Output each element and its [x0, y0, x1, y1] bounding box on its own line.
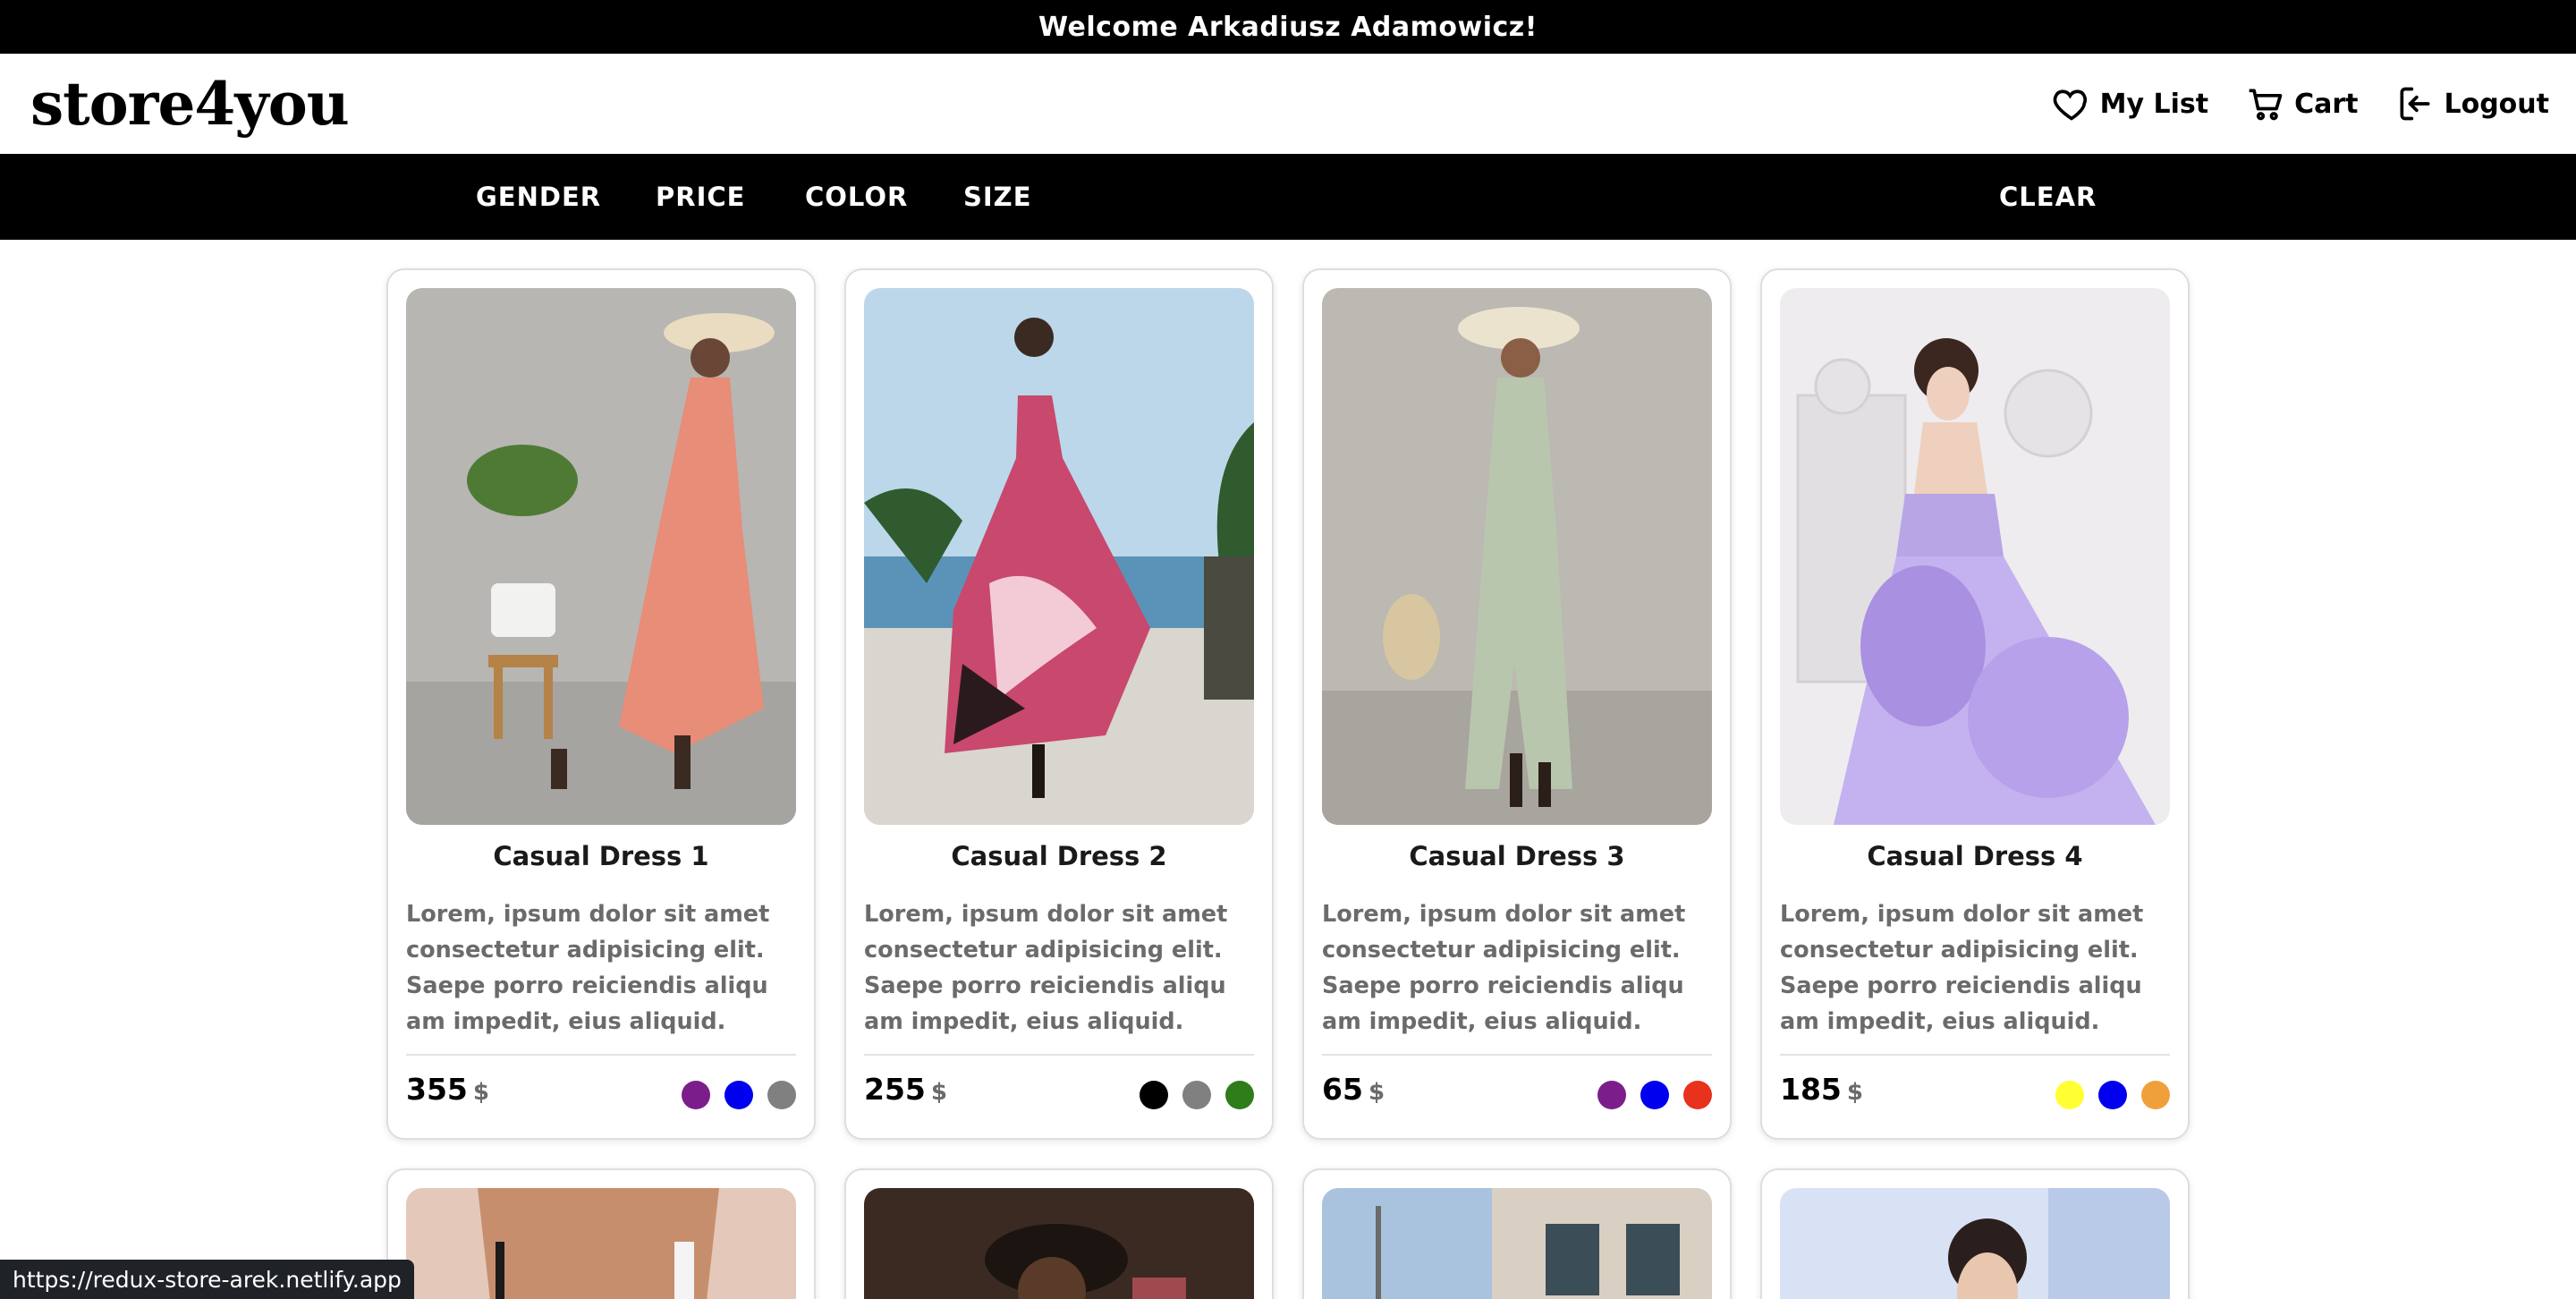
status-url-tooltip: https://redux-store-arek.netlify.app [0, 1260, 414, 1299]
product-card[interactable]: Casual Dress 1 Lorem, ipsum dolor sit am… [386, 268, 816, 1140]
filter-clear-button[interactable]: CLEAR [1999, 154, 2097, 240]
product-image[interactable] [1322, 288, 1712, 825]
product-description: Lorem, ipsum dolor sit amet consectetur … [1322, 901, 1686, 1035]
product-price: 65 $ [1322, 1072, 1385, 1107]
product-card[interactable]: Casual Dress 2 Lorem, ipsum dolor sit am… [844, 268, 1274, 1140]
product-title[interactable]: Casual Dress 4 [1762, 841, 2188, 871]
product-card[interactable]: Casual Dress 4 Lorem, ipsum dolor sit am… [1760, 268, 2190, 1140]
store-logo[interactable]: store4you [30, 69, 350, 139]
color-swatch[interactable] [1140, 1081, 1168, 1109]
product-description: Lorem, ipsum dolor sit amet consectetur … [1780, 901, 2144, 1035]
color-swatch[interactable] [1225, 1081, 1254, 1109]
color-swatch[interactable] [1640, 1081, 1669, 1109]
logout-button[interactable]: Logout [2395, 84, 2549, 123]
product-image[interactable] [864, 288, 1254, 825]
product-card[interactable] [386, 1168, 816, 1299]
color-swatches [682, 1081, 796, 1109]
product-description: Lorem, ipsum dolor sit amet consectetur … [864, 901, 1228, 1035]
product-card[interactable] [1302, 1168, 1732, 1299]
color-swatches [2055, 1081, 2170, 1109]
color-swatch[interactable] [1182, 1081, 1211, 1109]
divider [406, 1054, 796, 1056]
currency: $ [1846, 1079, 1863, 1106]
color-swatch[interactable] [2098, 1081, 2127, 1109]
currency: $ [472, 1079, 489, 1106]
product-title[interactable]: Casual Dress 2 [846, 841, 1272, 871]
filter-price[interactable]: PRICE [656, 154, 745, 240]
product-title[interactable]: Casual Dress 3 [1304, 841, 1730, 871]
cart-button[interactable]: Cart [2246, 84, 2358, 123]
filter-bar: GENDER PRICE COLOR SIZE CLEAR [0, 154, 2576, 240]
color-swatch[interactable] [1597, 1081, 1626, 1109]
header: store4you My List Cart Logout [0, 54, 2576, 154]
cart-icon [2249, 89, 2283, 121]
product-price: 185 $ [1780, 1072, 1863, 1107]
color-swatch[interactable] [2055, 1081, 2084, 1109]
color-swatch[interactable] [2141, 1081, 2170, 1109]
logout-label: Logout [2444, 88, 2549, 120]
currency: $ [930, 1079, 947, 1106]
product-description: Lorem, ipsum dolor sit amet consectetur … [406, 901, 770, 1035]
color-swatches [1140, 1081, 1254, 1109]
product-image[interactable] [864, 1188, 1254, 1299]
header-actions: My List Cart Logout [2052, 84, 2549, 123]
divider [864, 1054, 1254, 1056]
filter-gender[interactable]: GENDER [476, 154, 601, 240]
product-price: 255 $ [864, 1072, 947, 1107]
color-swatch[interactable] [724, 1081, 753, 1109]
product-image[interactable] [1780, 288, 2170, 825]
price-value: 65 [1322, 1072, 1363, 1107]
color-swatch[interactable] [1683, 1081, 1712, 1109]
status-url: https://redux-store-arek.netlify.app [13, 1266, 402, 1293]
divider [1780, 1054, 2170, 1056]
logout-icon [2400, 87, 2430, 121]
product-image[interactable] [1322, 1188, 1712, 1299]
welcome-banner: Welcome Arkadiusz Adamowicz! [0, 0, 2576, 54]
product-image[interactable] [406, 1188, 796, 1299]
product-image[interactable] [406, 288, 796, 825]
color-swatch[interactable] [767, 1081, 796, 1109]
product-card[interactable]: Casual Dress 3 Lorem, ipsum dolor sit am… [1302, 268, 1732, 1140]
product-card[interactable] [844, 1168, 1274, 1299]
cart-label: Cart [2294, 88, 2359, 120]
color-swatches [1597, 1081, 1712, 1109]
my-list-button[interactable]: My List [2052, 84, 2208, 123]
product-image[interactable] [1780, 1188, 2170, 1299]
my-list-label: My List [2099, 88, 2209, 120]
product-price: 355 $ [406, 1072, 489, 1107]
divider [1322, 1054, 1712, 1056]
welcome-text: Welcome Arkadiusz Adamowicz! [1038, 11, 1538, 43]
color-swatch[interactable] [682, 1081, 710, 1109]
price-value: 255 [864, 1072, 926, 1107]
product-card[interactable] [1760, 1168, 2190, 1299]
filter-size[interactable]: SIZE [963, 154, 1032, 240]
currency: $ [1368, 1079, 1385, 1106]
price-value: 355 [406, 1072, 468, 1107]
price-value: 185 [1780, 1072, 1842, 1107]
product-title[interactable]: Casual Dress 1 [388, 841, 814, 871]
heart-icon [2053, 89, 2087, 121]
filter-color[interactable]: COLOR [805, 154, 908, 240]
